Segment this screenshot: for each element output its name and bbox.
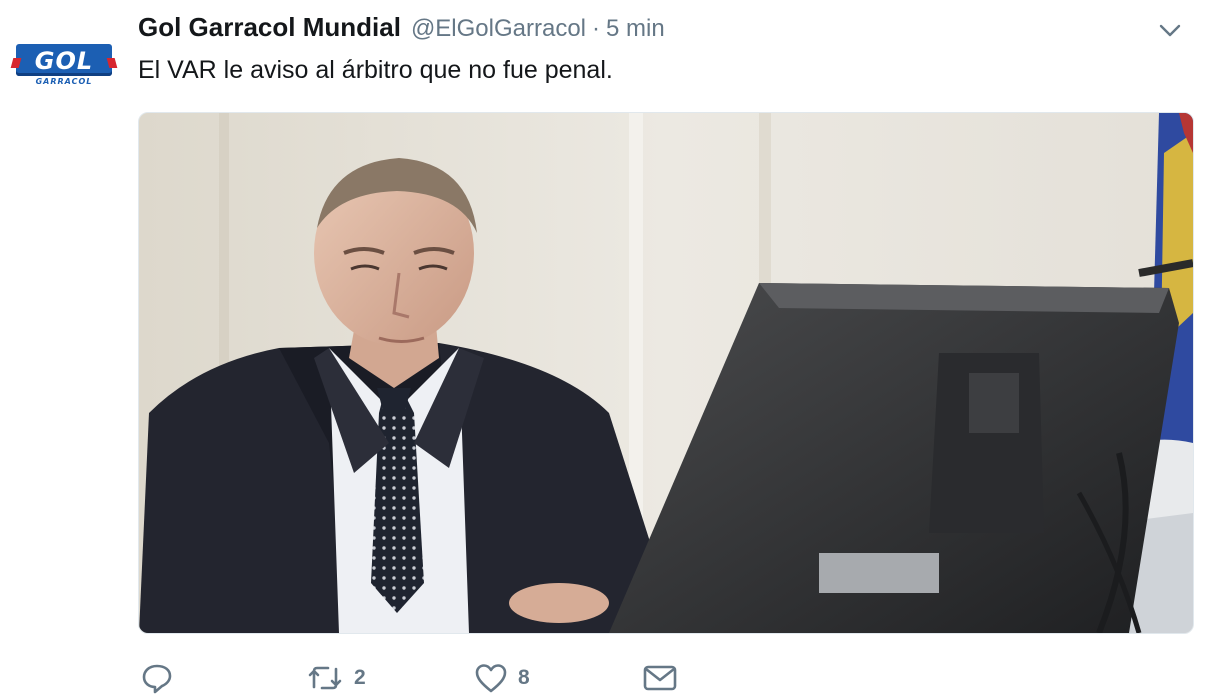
tweet-photo[interactable] <box>138 112 1194 634</box>
reply-button[interactable] <box>140 660 184 696</box>
timestamp[interactable]: 5 min <box>606 15 665 43</box>
retweet-icon <box>308 666 342 690</box>
logo-subtext: GARRACOL <box>35 77 93 86</box>
separator-dot: · <box>592 15 601 42</box>
avatar[interactable]: GOL GARRACOL <box>10 40 118 92</box>
chevron-down-icon <box>1159 24 1181 37</box>
tweet-text: El VAR le aviso al árbitro que no fue pe… <box>138 56 613 84</box>
user-handle[interactable]: @ElGolGarracol <box>411 15 586 43</box>
avatar-logo: GOL <box>10 44 118 76</box>
like-count: 8 <box>518 666 530 689</box>
logo-text: GOL <box>34 47 94 75</box>
photo-illustration <box>139 113 1193 633</box>
retweet-button[interactable]: 2 <box>306 660 366 696</box>
tweet-menu-button[interactable] <box>1152 16 1188 46</box>
retweet-count: 2 <box>354 666 366 689</box>
tweet: GOL GARRACOL Gol Garracol Mundial @ElGol… <box>0 0 1214 697</box>
tweet-header: Gol Garracol Mundial @ElGolGarracol · 5 … <box>138 12 665 46</box>
action-bar: 2 8 <box>138 660 738 696</box>
reply-icon <box>142 664 172 694</box>
direct-message-button[interactable] <box>642 660 678 696</box>
heart-icon <box>475 664 507 693</box>
like-button[interactable]: 8 <box>474 660 530 696</box>
display-name[interactable]: Gol Garracol Mundial <box>138 12 401 43</box>
envelope-icon <box>643 665 677 691</box>
